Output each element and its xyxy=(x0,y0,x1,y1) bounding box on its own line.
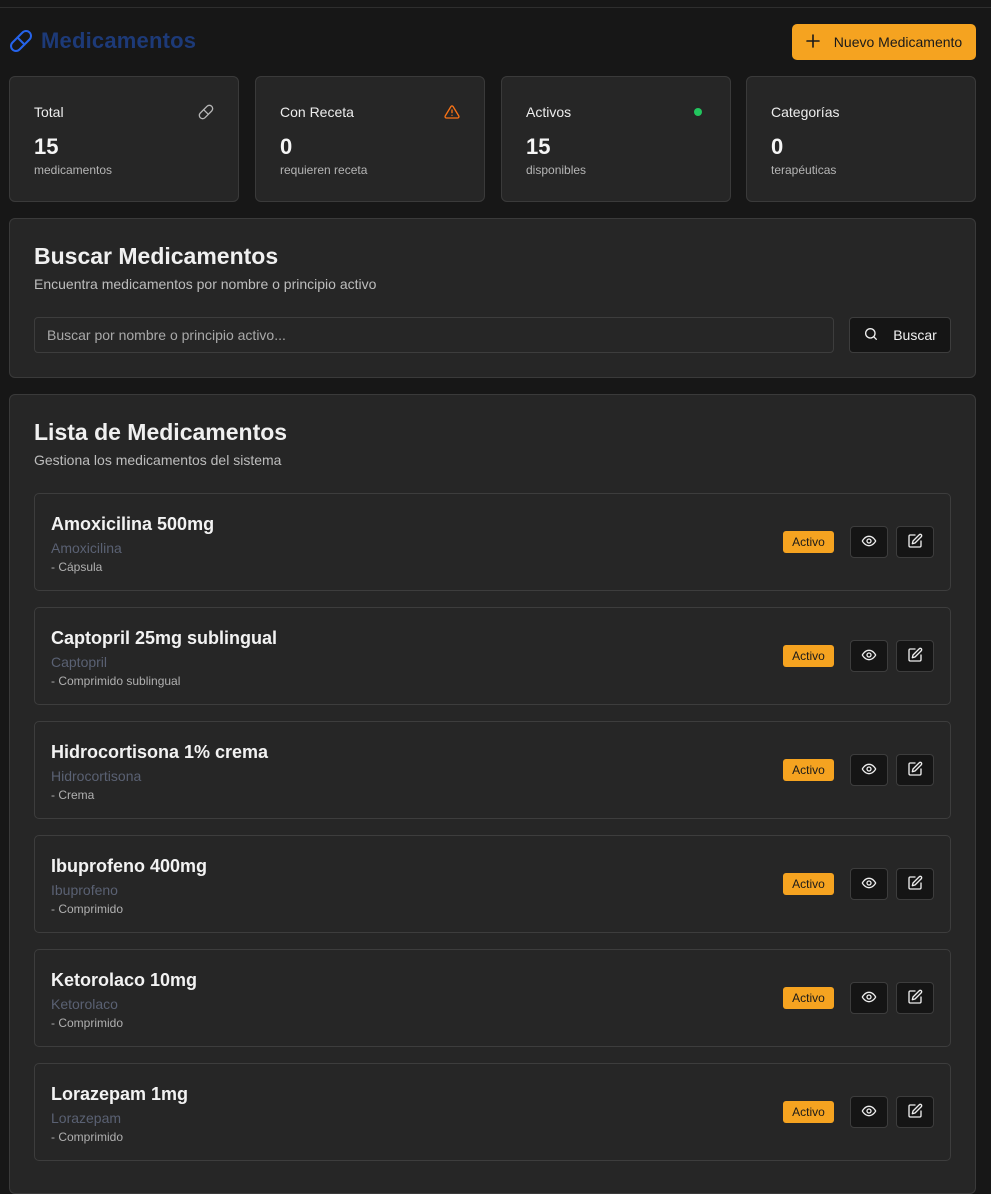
medication-form: - Cápsula xyxy=(51,560,103,574)
pill-icon xyxy=(198,104,214,120)
search-button[interactable]: Buscar xyxy=(849,317,951,353)
medication-form: - Comprimido xyxy=(51,1016,124,1030)
medication-name: Ketorolaco 10mg xyxy=(51,970,198,990)
eye-icon xyxy=(861,647,877,666)
medication-item: Amoxicilina 500mg Amoxicilina - Cápsula … xyxy=(34,493,951,591)
view-button[interactable] xyxy=(850,1096,888,1128)
status-badge: Activo xyxy=(783,759,834,781)
medication-item: Ketorolaco 10mg Ketorolaco - Comprimido … xyxy=(34,949,951,1047)
search-title: Buscar Medicamentos xyxy=(34,243,279,269)
status-badge: Activo xyxy=(783,873,834,895)
search-card: Buscar Medicamentos Encuentra medicament… xyxy=(9,218,976,378)
medication-principle: Ketorolaco xyxy=(51,996,118,1012)
medication-principle: Lorazepam xyxy=(51,1110,122,1126)
medication-form: - Crema xyxy=(51,788,95,802)
new-medication-button[interactable]: Nuevo Medicamento xyxy=(792,24,976,60)
stat-card-active: Activos 15 disponibles xyxy=(501,76,731,202)
medication-principle: Captopril xyxy=(51,654,108,670)
edit-button[interactable] xyxy=(896,526,934,558)
search-button-label: Buscar xyxy=(893,327,937,343)
new-medication-label: Nuevo Medicamento xyxy=(833,34,963,50)
stat-subtitle: medicamentos xyxy=(34,163,113,177)
warning-icon xyxy=(444,104,460,120)
stat-label: Categorías xyxy=(771,104,840,120)
view-button[interactable] xyxy=(850,640,888,672)
page-header: Medicamentos Nuevo Medicamento xyxy=(9,24,976,60)
medication-principle: Hidrocortisona xyxy=(51,768,142,784)
view-button[interactable] xyxy=(850,526,888,558)
status-badge: Activo xyxy=(783,645,834,667)
stat-value: 15 xyxy=(34,134,59,159)
medication-name: Captopril 25mg sublingual xyxy=(51,628,278,648)
list-title: Lista de Medicamentos xyxy=(34,419,288,445)
stat-value: 0 xyxy=(280,134,293,159)
medication-name: Amoxicilina 500mg xyxy=(51,514,215,534)
top-bar xyxy=(0,0,991,8)
status-badge: Activo xyxy=(783,531,834,553)
stat-subtitle: disponibles xyxy=(526,163,587,177)
list-description: Gestiona los medicamentos del sistema xyxy=(34,452,282,468)
stat-card-total: Total 15 medicamentos xyxy=(9,76,239,202)
medication-name: Lorazepam 1mg xyxy=(51,1084,189,1104)
stat-label: Con Receta xyxy=(280,104,354,120)
stat-card-prescription: Con Receta 0 requieren receta xyxy=(255,76,485,202)
edit-button[interactable] xyxy=(896,982,934,1014)
stat-subtitle: terapéuticas xyxy=(771,163,837,177)
eye-icon xyxy=(861,989,877,1008)
stat-subtitle: requieren receta xyxy=(280,163,368,177)
page-title: Medicamentos xyxy=(41,28,197,53)
page-title-group: Medicamentos xyxy=(9,28,196,54)
medication-item: Hidrocortisona 1% crema Hidrocortisona -… xyxy=(34,721,951,819)
edit-button[interactable] xyxy=(896,640,934,672)
stat-card-categories: Categorías 0 terapéuticas xyxy=(746,76,976,202)
stat-label: Activos xyxy=(526,104,572,120)
status-badge: Activo xyxy=(783,1101,834,1123)
stat-value: 15 xyxy=(526,134,551,159)
search-icon xyxy=(863,326,879,345)
edit-button[interactable] xyxy=(896,1096,934,1128)
edit-icon xyxy=(907,989,923,1008)
eye-icon xyxy=(861,533,877,552)
medication-form: - Comprimido xyxy=(51,902,124,916)
search-description: Encuentra medicamentos por nombre o prin… xyxy=(34,276,377,292)
medication-principle: Ibuprofeno xyxy=(51,882,118,898)
view-button[interactable] xyxy=(850,868,888,900)
eye-icon xyxy=(861,761,877,780)
medication-item: Captopril 25mg sublingual Captopril - Co… xyxy=(34,607,951,705)
edit-icon xyxy=(907,533,923,552)
medication-name: Ibuprofeno 400mg xyxy=(51,856,208,876)
medication-name: Hidrocortisona 1% crema xyxy=(51,742,269,762)
plus-icon xyxy=(805,33,820,51)
medication-form: - Comprimido xyxy=(51,1130,124,1144)
stat-label: Total xyxy=(34,104,64,120)
edit-icon xyxy=(907,1103,923,1122)
edit-icon xyxy=(907,761,923,780)
medication-principle: Amoxicilina xyxy=(51,540,122,556)
eye-icon xyxy=(861,1103,877,1122)
medication-list-card: Lista de Medicamentos Gestiona los medic… xyxy=(9,394,976,1194)
search-input[interactable] xyxy=(34,317,834,353)
medication-form: - Comprimido sublingual xyxy=(51,674,181,688)
status-badge: Activo xyxy=(783,987,834,1009)
eye-icon xyxy=(861,875,877,894)
edit-icon xyxy=(907,647,923,666)
edit-icon xyxy=(907,875,923,894)
green-dot-icon xyxy=(690,104,706,120)
view-button[interactable] xyxy=(850,754,888,786)
view-button[interactable] xyxy=(850,982,888,1014)
pill-icon xyxy=(9,29,33,53)
edit-button[interactable] xyxy=(896,868,934,900)
stats-row: Total 15 medicamentos Con Receta 0 requi… xyxy=(9,76,976,202)
edit-button[interactable] xyxy=(896,754,934,786)
stat-value: 0 xyxy=(771,134,784,159)
medication-item: Lorazepam 1mg Lorazepam - Comprimido Act… xyxy=(34,1063,951,1161)
medication-item: Ibuprofeno 400mg Ibuprofeno - Comprimido… xyxy=(34,835,951,933)
